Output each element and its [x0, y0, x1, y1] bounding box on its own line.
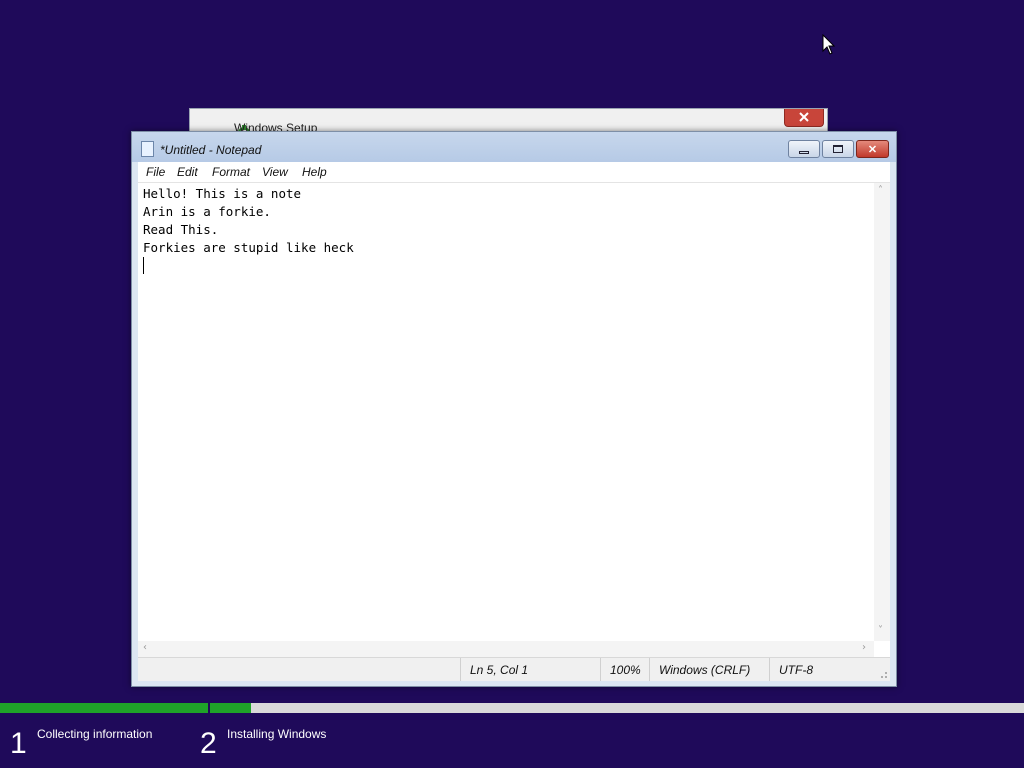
progress-fill-1	[0, 703, 208, 713]
scroll-right-icon[interactable]: ›	[862, 642, 866, 653]
text-line: Read This.	[143, 222, 219, 237]
step-label: Collecting information	[37, 727, 153, 741]
window-title: *Untitled - Notepad	[160, 143, 262, 157]
text-editor[interactable]: Hello! This is a note Arin is a forkie. Re…	[138, 182, 890, 657]
menu-view[interactable]: View	[262, 165, 288, 179]
status-bar: Ln 5, Col 1 100% Windows (CRLF) UTF-8	[138, 657, 890, 681]
notepad-icon	[141, 141, 154, 157]
status-position: Ln 5, Col 1	[460, 658, 600, 681]
minimize-button[interactable]	[788, 140, 820, 158]
notepad-window[interactable]: *Untitled - Notepad ✕ File Edit Format V…	[131, 131, 897, 687]
close-icon	[799, 112, 809, 122]
step-number: 2	[200, 727, 217, 760]
menu-help[interactable]: Help	[302, 165, 327, 179]
setup-close-button[interactable]	[784, 109, 824, 127]
scroll-down-icon[interactable]: ˅	[878, 625, 883, 636]
resize-grip-icon[interactable]	[878, 669, 888, 679]
status-line-ending: Windows (CRLF)	[649, 658, 769, 681]
setup-background: Windows Setup *Untitled - Notepad ✕ File…	[0, 0, 1024, 768]
text-line: Arin is a forkie.	[143, 204, 271, 219]
vertical-scrollbar[interactable]: ˄ ˅	[874, 183, 890, 641]
scroll-up-icon[interactable]: ˄	[878, 185, 883, 196]
minimize-icon	[799, 150, 809, 154]
progress-segment-1	[0, 703, 208, 713]
mouse-pointer-icon	[822, 34, 836, 55]
progress-fill-2	[210, 703, 251, 713]
status-encoding: UTF-8	[769, 658, 874, 681]
menu-format[interactable]: Format	[212, 165, 250, 179]
menu-bar: File Edit Format View Help	[138, 162, 890, 182]
horizontal-scrollbar[interactable]: ‹ ›	[138, 641, 874, 657]
text-line-cursor	[143, 257, 868, 275]
text-line: Hello! This is a note	[143, 186, 302, 201]
close-button[interactable]: ✕	[856, 140, 889, 158]
setup-progress-bar	[0, 701, 1024, 713]
step-label: Installing Windows	[227, 727, 327, 741]
menu-file[interactable]: File	[146, 165, 165, 179]
close-icon: ✕	[867, 143, 878, 156]
step-number: 1	[10, 727, 27, 760]
status-zoom: 100%	[600, 658, 649, 681]
menu-edit[interactable]: Edit	[177, 165, 198, 179]
text-caret	[143, 257, 144, 274]
progress-segment-2	[210, 703, 1024, 713]
editor-text[interactable]: Hello! This is a note Arin is a forkie. Re…	[143, 185, 868, 640]
notepad-titlebar[interactable]: *Untitled - Notepad ✕	[132, 132, 896, 162]
maximize-icon	[833, 145, 843, 153]
text-line: Forkies are stupid like heck	[143, 240, 354, 255]
scroll-left-icon[interactable]: ‹	[143, 642, 147, 653]
maximize-button[interactable]	[822, 140, 854, 158]
